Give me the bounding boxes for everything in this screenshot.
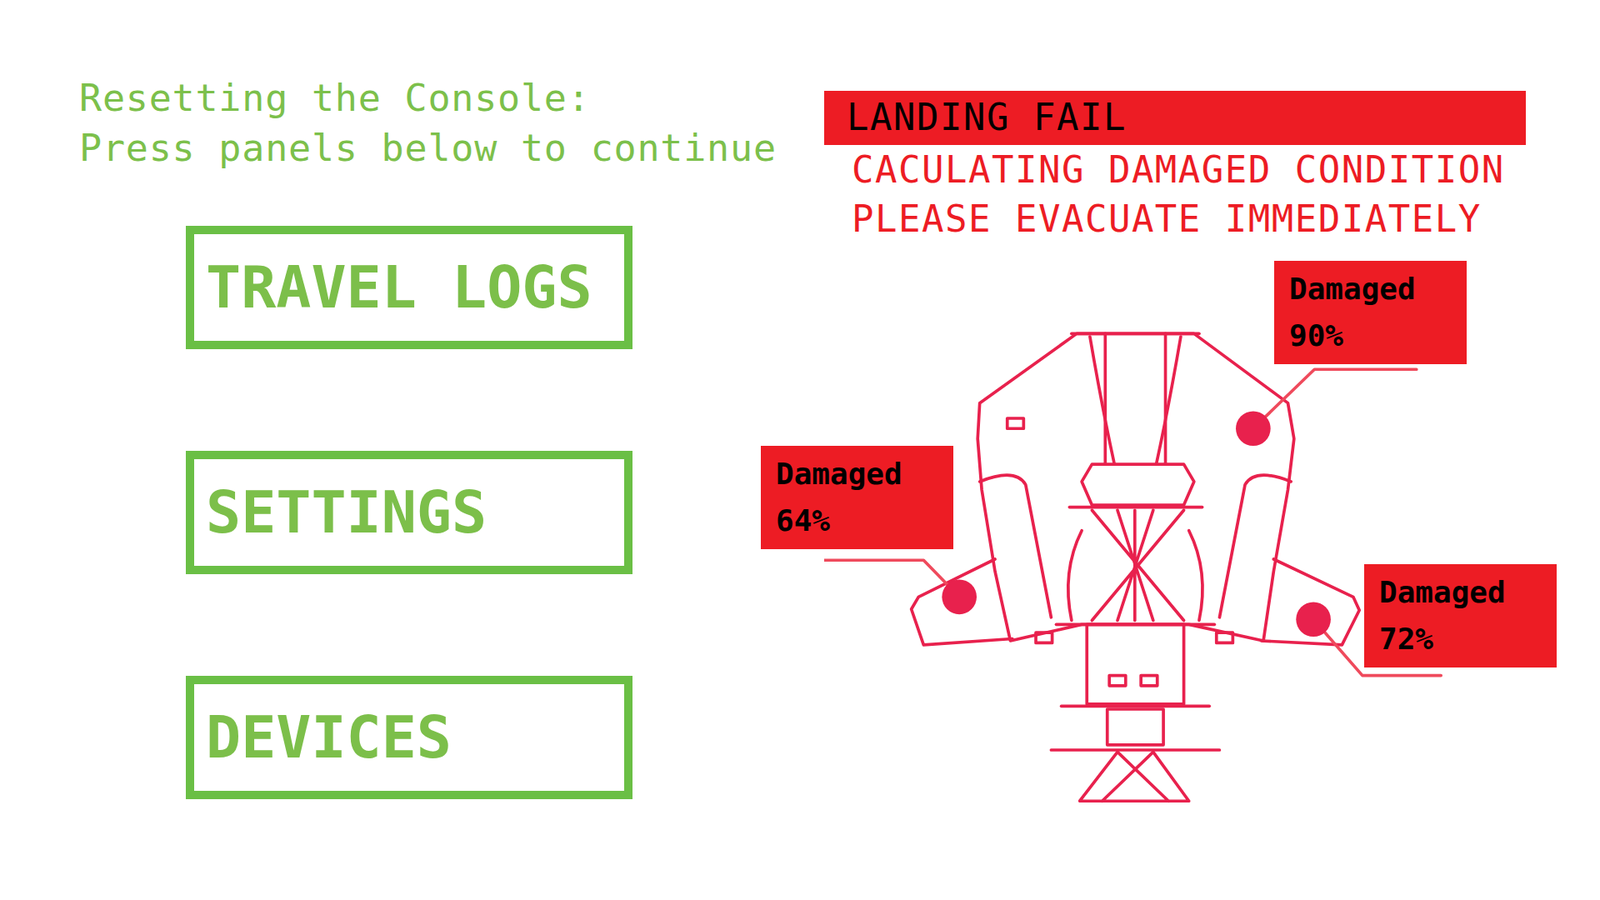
intro-line: Press panels below to continue <box>79 123 825 174</box>
panel-button[interactable]: TRAVEL LOGS <box>185 225 633 350</box>
damage-label: Damaged <box>1379 569 1550 616</box>
panel-button[interactable]: DEVICES <box>185 675 633 800</box>
damage-callout: Damaged72% <box>1364 564 1557 668</box>
ship-diagram: Damaged90%Damaged64%Damaged72% <box>824 243 1600 810</box>
panel-label: SETTINGS <box>205 477 487 548</box>
alert-title: LANDING FAIL <box>846 95 1127 140</box>
panel-label: DEVICES <box>205 702 452 773</box>
damage-callout: Damaged90% <box>1274 260 1467 365</box>
panel-list: TRAVEL LOGS SETTINGS DEVICES <box>185 225 825 800</box>
alert-line: CACULATING DAMAGED CONDITION <box>824 145 1600 195</box>
damage-label: Damaged <box>775 450 947 498</box>
alert: LANDING FAIL CACULATING DAMAGED CONDITION… <box>824 90 1600 244</box>
damage-report: LANDING FAIL CACULATING DAMAGED CONDITION… <box>824 0 1600 900</box>
alert-line: PLEASE EVACUATE IMMEDIATELY <box>824 194 1600 244</box>
panel-label: TRAVEL LOGS <box>205 252 593 323</box>
intro-text: Resetting the Console:Press panels below… <box>79 73 825 174</box>
damage-label: Damaged <box>1289 265 1460 313</box>
intro-line: Resetting the Console: <box>79 73 825 124</box>
damage-value: 90% <box>1289 312 1460 360</box>
damage-value: 64% <box>775 497 947 545</box>
damage-value: 72% <box>1379 615 1550 663</box>
damage-callout: Damaged64% <box>760 445 954 550</box>
console-menu: Resetting the Console:Press panels below… <box>0 0 825 900</box>
alert-banner: LANDING FAIL <box>824 90 1526 145</box>
console-screen: Resetting the Console:Press panels below… <box>0 0 1600 900</box>
panel-button[interactable]: SETTINGS <box>185 450 633 575</box>
